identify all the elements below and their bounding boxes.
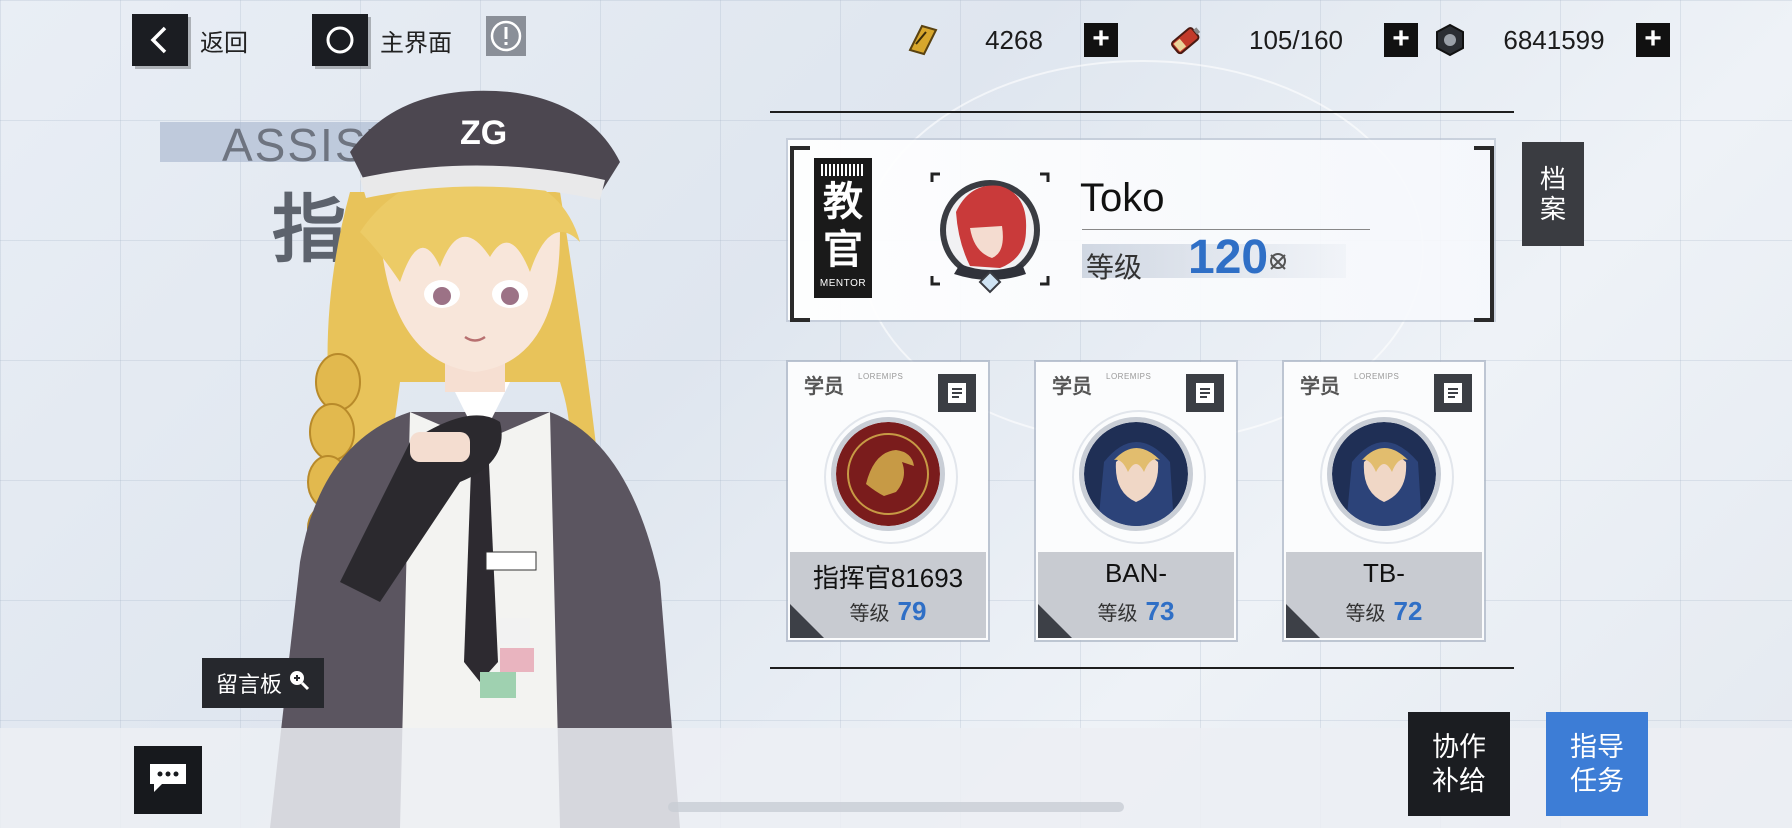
- student-sub-label: LOREMIPS: [1106, 372, 1152, 381]
- stamina-value: 105/160: [1249, 24, 1343, 55]
- home-circle-icon: [312, 14, 368, 66]
- mentor-level-label: 等级: [1086, 252, 1143, 283]
- student-card-2[interactable]: 学员 LOREMIPS BAN- 等级 73: [1036, 362, 1236, 640]
- home-label: 主界面: [380, 29, 452, 57]
- gold-bar-icon: [900, 18, 944, 62]
- student-label: 学员: [1052, 376, 1092, 398]
- chat-button[interactable]: [134, 746, 202, 814]
- character-illustration: ZG: [270, 90, 680, 828]
- mentor-tag: 教 官 MENTOR: [814, 158, 872, 298]
- student-avatar-hooded: [1332, 422, 1436, 526]
- mentor-tag-char-2: 官: [823, 228, 863, 272]
- document-icon[interactable]: [1434, 374, 1472, 412]
- parts-value: 6841599: [1503, 24, 1605, 55]
- home-indicator: [668, 802, 1124, 812]
- zoom-icon: [288, 669, 310, 697]
- add-parts-button[interactable]: +: [1636, 23, 1670, 57]
- document-icon[interactable]: [1186, 374, 1224, 412]
- barcode-icon: [821, 164, 865, 176]
- coop-label-1: 协作: [1432, 732, 1486, 762]
- resource-gold: 4268 +: [900, 18, 1118, 62]
- battery-icon: [1164, 18, 1208, 62]
- svg-text:ZG: ZG: [460, 114, 507, 152]
- mentor-bracket-right: [1474, 146, 1494, 322]
- student-avatar-hooded: [1084, 422, 1188, 526]
- student-name: 指挥官81693: [812, 563, 964, 593]
- student-level-label: 等级: [1345, 603, 1386, 625]
- student-level-value: 72: [1393, 596, 1423, 626]
- student-level: 等级 73: [1036, 596, 1236, 627]
- gold-value: 4268: [985, 24, 1043, 55]
- nut-icon: [1428, 18, 1472, 62]
- student-card-3[interactable]: 学员 LOREMIPS TB- 等级 72: [1284, 362, 1484, 640]
- back-label: 返回: [200, 29, 248, 57]
- home-button[interactable]: 主界面: [312, 14, 452, 66]
- mentor-bracket-left: [790, 146, 810, 322]
- mentor-level-value: 120: [1188, 231, 1269, 284]
- student-level-value: 73: [1145, 596, 1175, 626]
- back-button[interactable]: 返回: [132, 14, 248, 66]
- student-level-value: 79: [897, 596, 927, 626]
- coop-supply-button[interactable]: 协作 补给: [1408, 712, 1510, 816]
- divider-top: [770, 111, 1514, 113]
- guide-label-2: 任务: [1570, 766, 1624, 796]
- info-icon[interactable]: [486, 16, 526, 56]
- student-name: TB-: [1363, 558, 1405, 588]
- message-board-button[interactable]: 留言板: [202, 658, 324, 708]
- archive-button[interactable]: 档 案: [1522, 142, 1584, 246]
- divider-bottom: [770, 667, 1514, 669]
- guide-task-button[interactable]: 指导 任务: [1546, 712, 1648, 816]
- student-name: BAN-: [1104, 558, 1168, 588]
- mentor-name: Toko: [1080, 176, 1165, 220]
- chat-bubble-icon: [148, 762, 188, 799]
- student-label: 学员: [804, 376, 844, 398]
- mentor-avatar[interactable]: [930, 172, 1050, 296]
- student-card-1[interactable]: 学员 LOREMIPS 指挥官81693 等级 79: [788, 362, 988, 640]
- back-arrow-icon: [132, 14, 188, 66]
- student-level: 等级 79: [788, 596, 988, 627]
- mentor-tag-en: MENTOR: [819, 278, 867, 289]
- message-board-label: 留言板: [215, 672, 282, 697]
- student-label: 学员: [1300, 376, 1340, 398]
- student-level-label: 等级: [1097, 603, 1138, 625]
- archive-label-1: 档: [1539, 164, 1566, 194]
- student-level: 等级 72: [1284, 596, 1484, 627]
- coop-label-2: 补给: [1432, 766, 1486, 796]
- student-avatar-emblem: [836, 422, 940, 526]
- archive-label-2: 案: [1539, 194, 1566, 224]
- student-sub-label: LOREMIPS: [1354, 372, 1400, 381]
- mentor-tag-char-1: 教: [823, 180, 863, 224]
- skull-icon: [1270, 253, 1286, 270]
- resource-stamina: 105/160 +: [1164, 18, 1418, 62]
- resource-parts: 6841599 +: [1428, 18, 1670, 62]
- document-icon[interactable]: [938, 374, 976, 412]
- add-stamina-button[interactable]: +: [1384, 23, 1418, 57]
- guide-label-1: 指导: [1570, 732, 1624, 762]
- bottom-strip: [0, 728, 1792, 828]
- mentor-card: [788, 140, 1494, 320]
- add-gold-button[interactable]: +: [1084, 23, 1118, 57]
- student-sub-label: LOREMIPS: [858, 372, 904, 381]
- student-level-label: 等级: [849, 603, 890, 625]
